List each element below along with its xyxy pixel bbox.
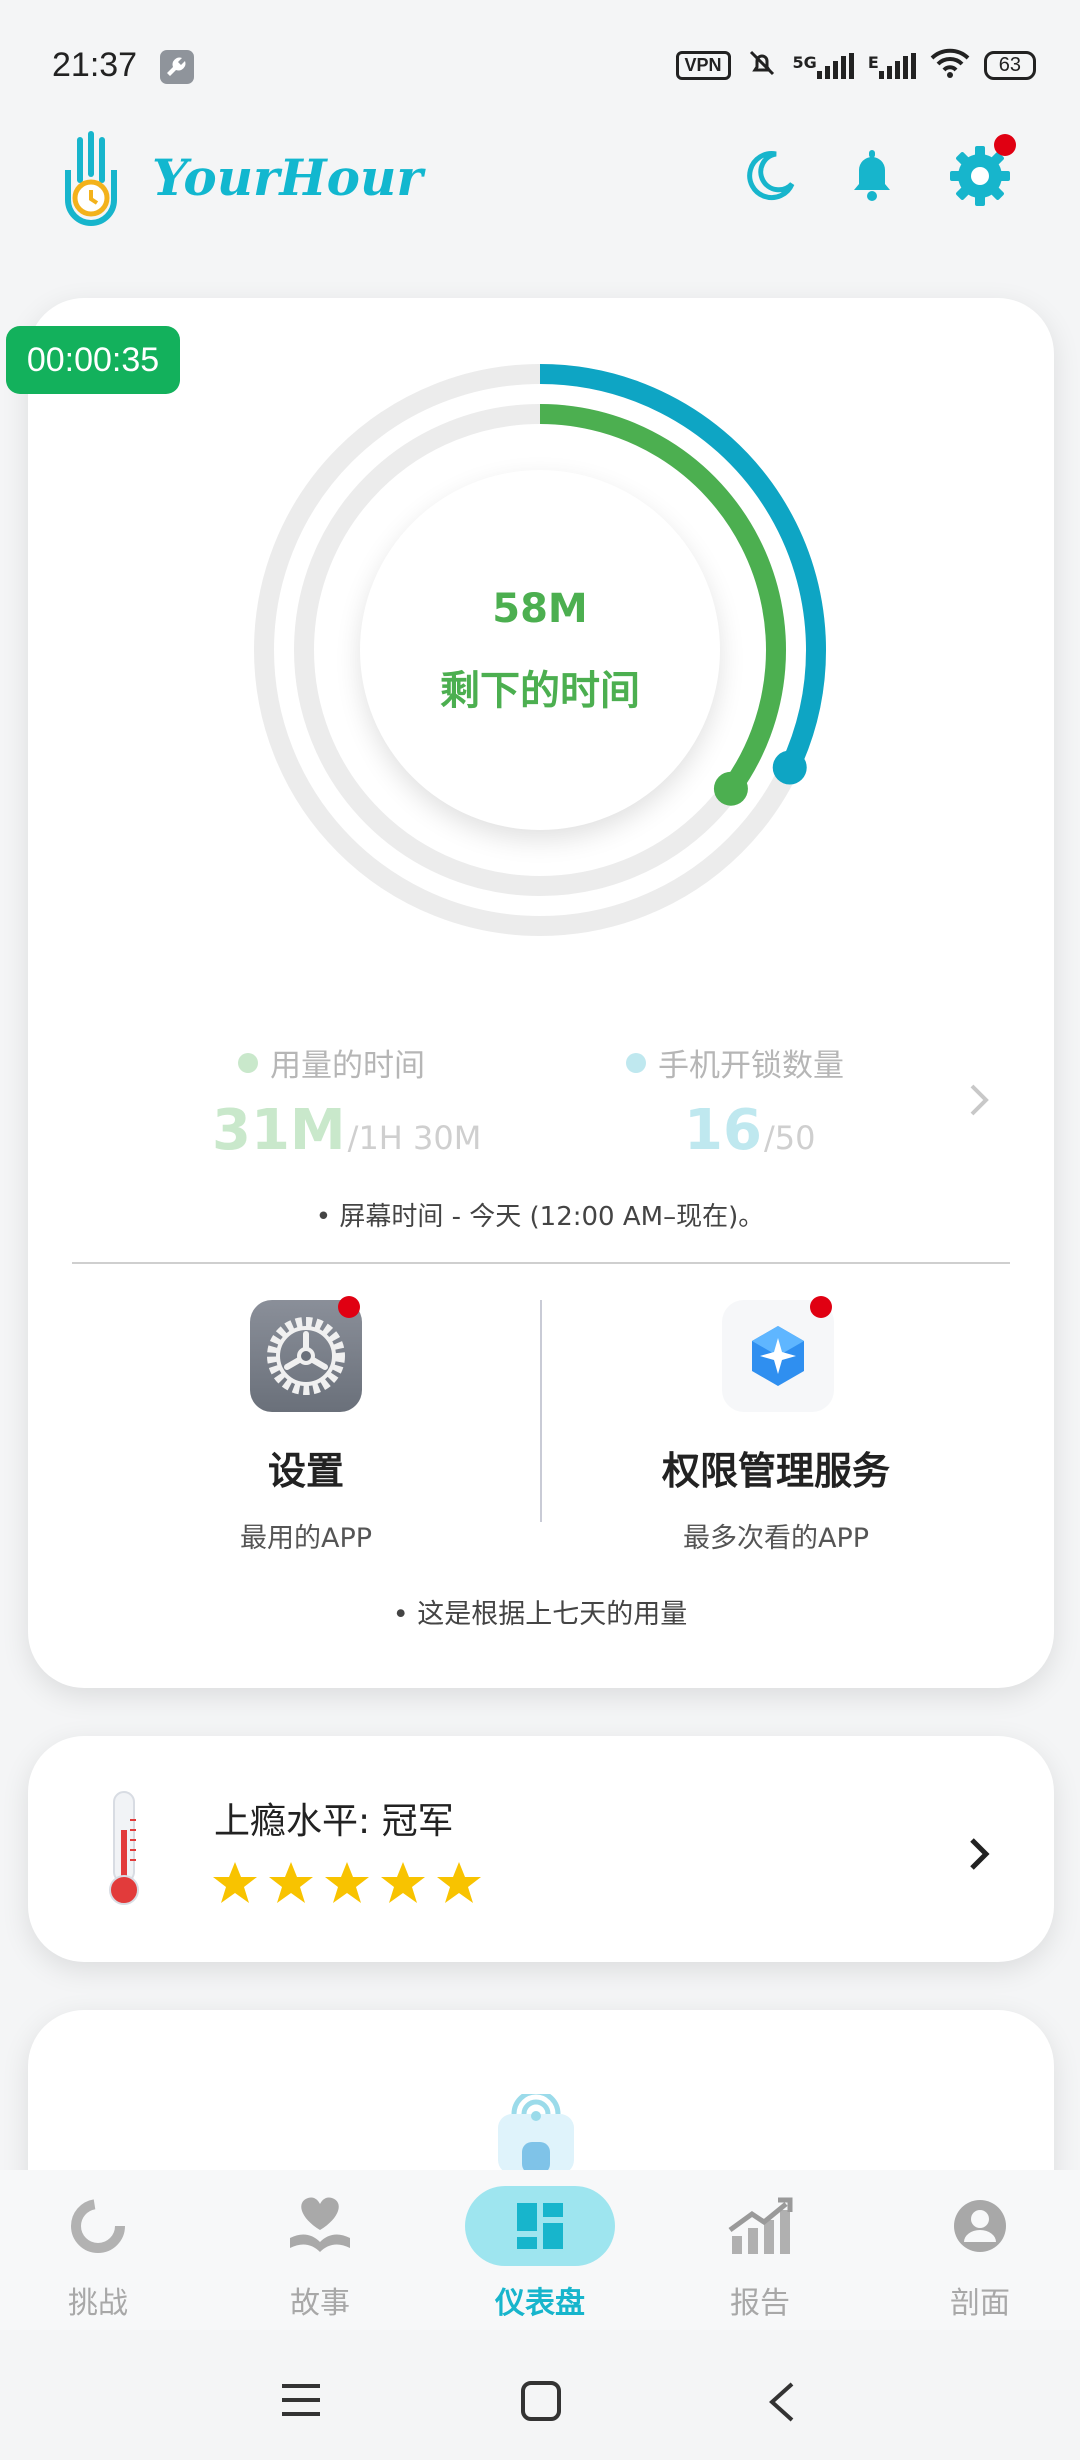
settings-button[interactable] bbox=[942, 134, 1018, 214]
weekly-note: • 这是根据上七天的用量 bbox=[392, 1599, 688, 1630]
signal-5g: 5G bbox=[793, 52, 854, 79]
home-square-icon bbox=[521, 2381, 561, 2421]
nav-reports[interactable]: 报告 bbox=[680, 2186, 840, 2322]
menu-button[interactable] bbox=[280, 2382, 322, 2422]
chevron-right-icon bbox=[970, 1838, 990, 1870]
nav-label: 报告 bbox=[730, 2286, 790, 2321]
growth-chart-icon bbox=[728, 2197, 793, 2254]
nav-label: 挑战 bbox=[68, 2286, 128, 2321]
session-timer: 00:00:35 bbox=[6, 326, 180, 394]
viewed-app-name: 权限管理服务 bbox=[661, 1449, 890, 1493]
moon-icon bbox=[747, 151, 795, 201]
vertical-divider bbox=[540, 1300, 542, 1522]
signal-e: E bbox=[868, 52, 916, 79]
nav-challenge[interactable]: 挑战 bbox=[18, 2186, 178, 2322]
star-icon bbox=[381, 1862, 425, 1903]
app-logo bbox=[56, 130, 126, 230]
star-icon bbox=[325, 1862, 369, 1903]
top-app-subtitle: 最用的APP bbox=[239, 1523, 373, 1554]
settings-alert-dot bbox=[994, 134, 1016, 156]
settings-app-alert-dot bbox=[338, 1296, 360, 1318]
menu-icon bbox=[282, 2384, 320, 2416]
home-button[interactable] bbox=[520, 2380, 562, 2426]
unlock-arc-cap bbox=[772, 750, 807, 785]
vpn-badge: VPN bbox=[675, 51, 731, 80]
device-protection-illustration bbox=[484, 2089, 588, 2174]
notifications-button[interactable] bbox=[834, 138, 910, 214]
top-app-name: 设置 bbox=[267, 1449, 344, 1493]
nav-profile[interactable]: 剖面 bbox=[900, 2186, 1060, 2322]
usage-legend-dot bbox=[238, 1052, 258, 1073]
status-bar: 21:37 VPN 5G E 63 bbox=[0, 0, 1080, 130]
unlock-legend-dot bbox=[626, 1052, 646, 1073]
nav-label: 故事 bbox=[290, 2286, 350, 2321]
nav-dashboard[interactable]: 仪表盘 bbox=[460, 2186, 620, 2322]
usage-stat-header: 用量的时间 bbox=[238, 1040, 425, 1085]
progress-ring-icon bbox=[71, 2199, 125, 2253]
usage-value: 31M bbox=[212, 1098, 346, 1163]
star-icon bbox=[269, 1862, 313, 1903]
unlock-value: 16 bbox=[684, 1098, 762, 1163]
mute-icon bbox=[745, 46, 779, 85]
status-time: 21:37 bbox=[52, 46, 138, 84]
time-remaining-value: 58M bbox=[492, 586, 588, 632]
divider bbox=[72, 1262, 1010, 1264]
heart-book-icon bbox=[290, 2197, 350, 2252]
addiction-detail-chevron[interactable] bbox=[956, 1832, 1000, 1876]
gauge-center bbox=[360, 470, 720, 830]
night-mode-button[interactable] bbox=[730, 138, 806, 214]
usage-label: 用量的时间 bbox=[270, 1048, 425, 1084]
permission-app-alert-dot bbox=[810, 1296, 832, 1318]
system-indicators: VPN 5G E 63 bbox=[675, 46, 1036, 85]
addiction-rating bbox=[212, 1860, 482, 1906]
bell-icon bbox=[854, 150, 890, 201]
back-chevron-icon bbox=[769, 2382, 794, 2422]
thermometer-icon bbox=[104, 1790, 144, 1910]
user-avatar-icon bbox=[954, 2200, 1006, 2252]
star-icon bbox=[437, 1862, 481, 1903]
stats-detail-chevron[interactable] bbox=[958, 1080, 998, 1120]
unlock-stat: 16 /50 bbox=[684, 1098, 815, 1163]
back-button[interactable] bbox=[766, 2380, 798, 2428]
star-icon bbox=[213, 1862, 257, 1903]
app-name: YourHour bbox=[152, 148, 423, 207]
viewed-app-subtitle: 最多次看的APP bbox=[682, 1523, 870, 1554]
nav-stories[interactable]: 故事 bbox=[240, 2186, 400, 2322]
unlock-limit: /50 bbox=[763, 1119, 816, 1157]
screen-time-note: • 屏幕时间 - 今天 (12:00 AM–现在)。 bbox=[315, 1202, 765, 1232]
nav-active-pill bbox=[465, 2186, 615, 2266]
time-remaining-label: 剩下的时间 bbox=[440, 668, 640, 714]
dashboard-icon bbox=[517, 2203, 563, 2249]
addiction-level-title: 上瘾水平: 冠军 bbox=[214, 1801, 454, 1842]
nav-label: 仪表盘 bbox=[495, 2286, 585, 2321]
usage-stat: 31M /1H 30M bbox=[212, 1098, 481, 1163]
usage-arc-cap bbox=[713, 771, 748, 806]
unlock-label: 手机开锁数量 bbox=[658, 1048, 844, 1084]
wrench-icon bbox=[160, 50, 194, 84]
battery-indicator: 63 bbox=[983, 51, 1036, 80]
unlock-stat-header: 手机开锁数量 bbox=[626, 1040, 844, 1085]
addiction-level-card[interactable] bbox=[28, 1736, 1054, 1962]
wifi-icon bbox=[930, 48, 970, 83]
usage-limit: /1H 30M bbox=[347, 1119, 482, 1157]
nav-label: 剖面 bbox=[950, 2286, 1010, 2321]
chevron-right-icon bbox=[970, 1084, 989, 1116]
